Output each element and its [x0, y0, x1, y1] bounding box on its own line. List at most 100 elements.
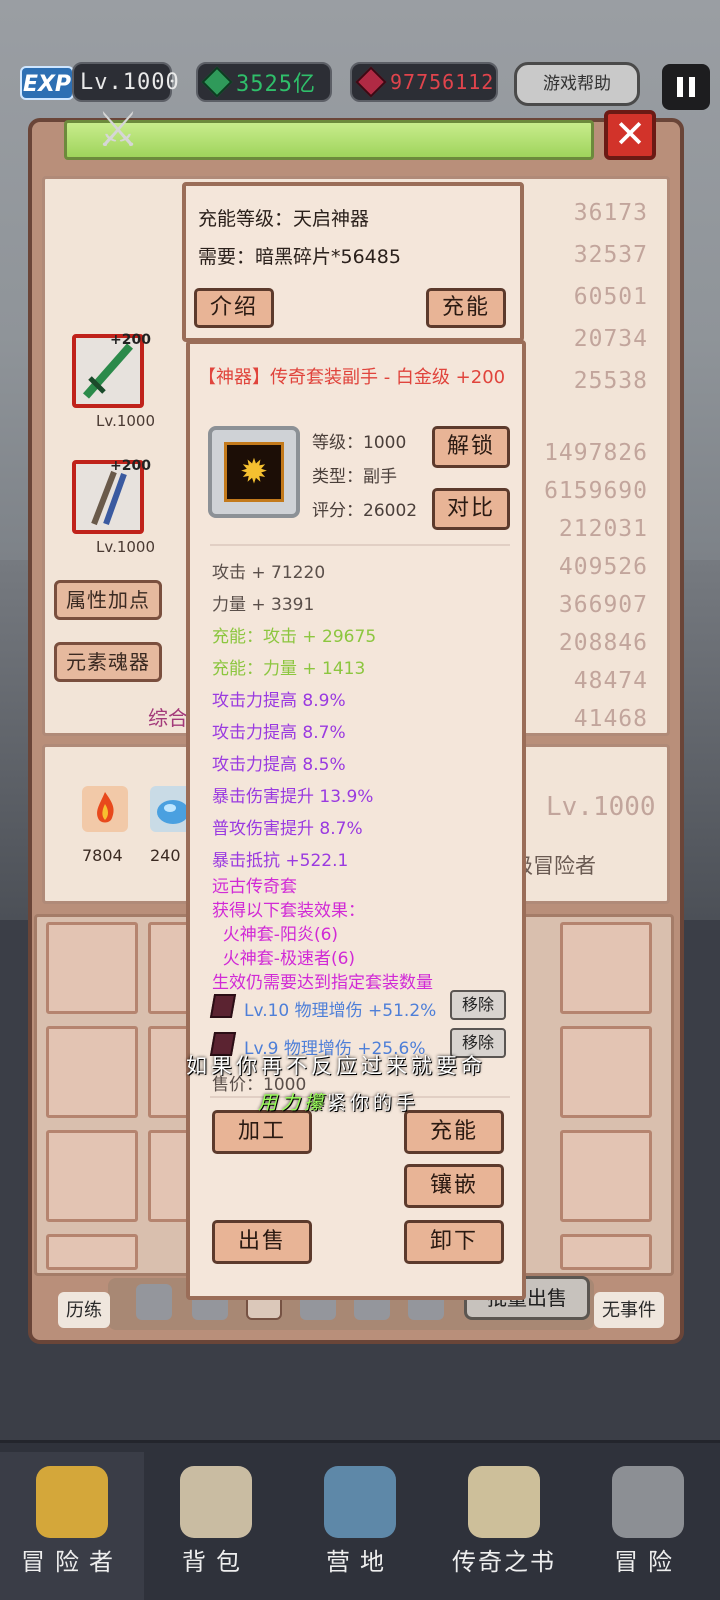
player-level-text: Lv.1000 [80, 69, 180, 95]
inventory-slot[interactable] [560, 1130, 652, 1222]
stat-value: 32537 [573, 242, 648, 268]
stat-value: 20734 [573, 326, 648, 352]
item-level: 等级：1000 [312, 433, 407, 453]
stat-value: 36173 [573, 200, 648, 226]
inventory-slot[interactable] [46, 1026, 138, 1118]
crown-icon [36, 1466, 108, 1538]
backpack-icon [180, 1466, 252, 1538]
charge-item-button[interactable]: 充能 [404, 1110, 504, 1154]
bonus-stat: 攻击力提高 8.5% [212, 755, 346, 775]
equipment-level: Lv.1000 [96, 412, 156, 430]
socket-gem-text: Lv.10 物理增伤 +51.2% [244, 1001, 437, 1021]
element-soul-button[interactable]: 元素魂器 [54, 642, 162, 682]
game-help-button[interactable]: 游戏帮助 [514, 62, 640, 106]
bonus-stat: 普攻伤害提升 8.7% [212, 819, 363, 839]
bonus-stat: 攻击力提高 8.9% [212, 691, 346, 711]
charge-popup: 充能等级：天启神器 需要：暗黑碎片*56485 介绍 充能 [182, 182, 524, 342]
close-icon[interactable]: ✕ [604, 110, 656, 160]
green-gem-icon [201, 66, 233, 98]
charge-requirement-text: 需要：暗黑碎片*56485 [198, 246, 401, 268]
charge-level-text: 充能等级：天启神器 [198, 208, 370, 230]
fire-essence-icon [82, 786, 128, 832]
remove-gem-button[interactable]: 移除 [450, 990, 506, 1020]
nav-adventurer[interactable]: 冒险者 [0, 1452, 144, 1600]
artifact-offhand-icon: ✹ [224, 442, 284, 502]
stat-value: 25538 [573, 368, 648, 394]
base-stat: 力量 + 3391 [212, 595, 315, 615]
socket-gem-icon [209, 994, 237, 1018]
nav-label: 传奇之书 [452, 1548, 556, 1576]
inventory-slot[interactable] [560, 1234, 652, 1270]
item-icon-frame: ✹ [208, 426, 300, 518]
subtitle-highlight: 用力攥 [258, 1092, 328, 1114]
divider [210, 544, 510, 546]
nav-label: 冒险者 [21, 1548, 123, 1576]
nav-adventure[interactable]: 冒险 [576, 1452, 720, 1600]
legend-book-icon [468, 1466, 540, 1538]
camp-banner-icon [324, 1466, 396, 1538]
overall-label: 综合 [148, 706, 188, 730]
item-title: 【神器】传奇套装副手 - 白金级 +200 [198, 367, 506, 388]
red-gem-amount: 97756112 [390, 70, 495, 94]
compare-button[interactable]: 对比 [432, 488, 510, 530]
enhance-badge: +200 [110, 458, 151, 474]
nav-legend-book[interactable]: 传奇之书 [432, 1452, 576, 1600]
pause-icon[interactable] [662, 64, 710, 110]
charge-stat: 充能：攻击 + 29675 [212, 627, 377, 647]
set-requirement-note: 生效仍需要达到指定套装数量 [212, 973, 433, 993]
nav-camp[interactable]: 营地 [288, 1452, 432, 1600]
subtitle-line-1: 如果你再不反应过来就要命 [186, 1054, 486, 1078]
inlay-button[interactable]: 镶嵌 [404, 1164, 504, 1208]
inventory-slot[interactable] [560, 922, 652, 1014]
stat-value: 48474 [573, 668, 648, 694]
item-type: 类型：副手 [312, 467, 397, 487]
inventory-slot[interactable] [46, 1234, 138, 1270]
stat-value: 212031 [558, 516, 648, 542]
base-stat: 攻击 + 71220 [212, 563, 326, 583]
set-effect-header: 获得以下套装效果： [212, 901, 365, 921]
resource-amount: 240 [150, 846, 181, 865]
training-tab[interactable]: 历练 [58, 1292, 110, 1328]
unlock-button[interactable]: 解锁 [432, 426, 510, 468]
attribute-points-button[interactable]: 属性加点 [54, 580, 162, 620]
stat-value: 41468 [573, 706, 648, 732]
stat-value: 6159690 [544, 478, 648, 504]
set-name: 远古传奇套 [212, 877, 297, 897]
nav-label: 背包 [182, 1548, 250, 1576]
exp-badge: EXP [20, 66, 74, 100]
item-score: 评分：26002 [312, 501, 418, 521]
subtitle-rest: 紧你的手 [327, 1092, 420, 1114]
level-display: Lv.1000 [72, 62, 179, 102]
charge-button[interactable]: 充能 [426, 288, 506, 328]
green-gem-amount: 3525亿 [236, 72, 316, 97]
sword-tab-icon[interactable] [136, 1284, 172, 1320]
unequip-button[interactable]: 卸下 [404, 1220, 504, 1264]
set-effect: 火神套-阳炎(6) [212, 925, 339, 945]
stat-value: 409526 [558, 554, 648, 580]
no-event-tab[interactable]: 无事件 [594, 1292, 664, 1328]
player-level-large: Lv.1000 [546, 792, 656, 822]
nav-backpack[interactable]: 背包 [144, 1452, 288, 1600]
intro-button[interactable]: 介绍 [194, 288, 274, 328]
nav-label: 冒险 [614, 1548, 682, 1576]
subtitle-line-2: 用力攥紧你的手 [258, 1088, 419, 1115]
crossed-swords-icon: ⚔ [96, 102, 140, 158]
bonus-stat: 暴击抵抗 +522.1 [212, 851, 349, 871]
red-gem-display: 97756112 [350, 62, 498, 102]
nav-label: 营地 [326, 1548, 394, 1576]
sell-button[interactable]: 出售 [212, 1220, 312, 1264]
stat-value: 366907 [558, 592, 648, 618]
item-detail-popup: 【神器】传奇套装副手 - 白金级 +200 ✹ 等级：1000 类型：副手 评分… [186, 340, 526, 1300]
adventure-sword-icon [612, 1466, 684, 1538]
enhance-badge: +200 [110, 332, 151, 348]
equipment-level: Lv.1000 [96, 538, 156, 556]
stat-value: 208846 [558, 630, 648, 656]
inventory-slot[interactable] [46, 1130, 138, 1222]
bonus-stat: 攻击力提高 8.7% [212, 723, 346, 743]
inventory-slot[interactable] [46, 922, 138, 1014]
stat-value: 60501 [573, 284, 648, 310]
bonus-stat: 暴击伤害提升 13.9% [212, 787, 374, 807]
process-button[interactable]: 加工 [212, 1110, 312, 1154]
inventory-slot[interactable] [560, 1026, 652, 1118]
charge-stat: 充能：力量 + 1413 [212, 659, 366, 679]
